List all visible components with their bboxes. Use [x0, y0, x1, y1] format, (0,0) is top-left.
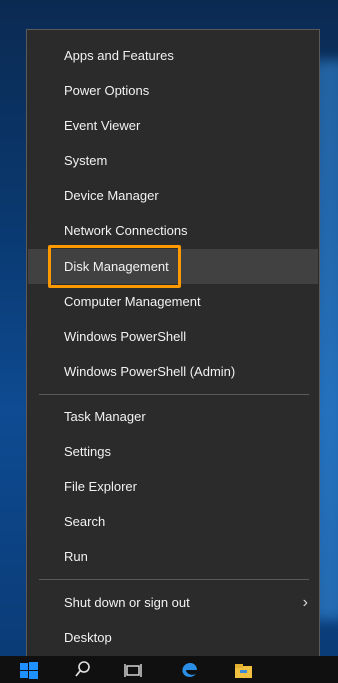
menu-separator [39, 394, 309, 395]
menu-item-run[interactable]: Run [28, 539, 318, 574]
file-explorer-icon[interactable] [230, 658, 256, 682]
menu-item-task-manager[interactable]: Task Manager [28, 399, 318, 434]
search-icon[interactable] [70, 658, 96, 682]
menu-item-desktop[interactable]: Desktop [28, 620, 318, 655]
task-view-icon[interactable] [121, 658, 147, 682]
menu-item-power-options[interactable]: Power Options [28, 73, 318, 108]
menu-item-computer-management[interactable]: Computer Management [28, 284, 318, 319]
menu-item-settings[interactable]: Settings [28, 434, 318, 469]
menu-separator [39, 579, 309, 580]
winx-context-menu: Apps and Features Power Options Event Vi… [26, 29, 320, 663]
menu-item-search[interactable]: Search [28, 504, 318, 539]
menu-item-label: Shut down or sign out [64, 595, 190, 610]
desktop-background: Apps and Features Power Options Event Vi… [0, 0, 338, 683]
edge-browser-icon[interactable] [176, 658, 202, 682]
menu-item-device-manager[interactable]: Device Manager [28, 178, 318, 213]
menu-item-event-viewer[interactable]: Event Viewer [28, 108, 318, 143]
windows-start-icon[interactable] [16, 658, 42, 682]
chevron-right-icon: › [302, 594, 308, 611]
menu-item-disk-management[interactable]: Disk Management [28, 249, 318, 284]
menu-item-windows-powershell[interactable]: Windows PowerShell [28, 319, 318, 354]
menu-item-windows-powershell-admin[interactable]: Windows PowerShell (Admin) [28, 354, 318, 389]
menu-item-shut-down-or-sign-out[interactable]: Shut down or sign out › [28, 585, 318, 620]
menu-item-apps-and-features[interactable]: Apps and Features [28, 38, 318, 73]
menu-item-system[interactable]: System [28, 143, 318, 178]
taskbar [0, 656, 338, 683]
menu-item-network-connections[interactable]: Network Connections [28, 213, 318, 248]
menu-item-file-explorer[interactable]: File Explorer [28, 469, 318, 504]
